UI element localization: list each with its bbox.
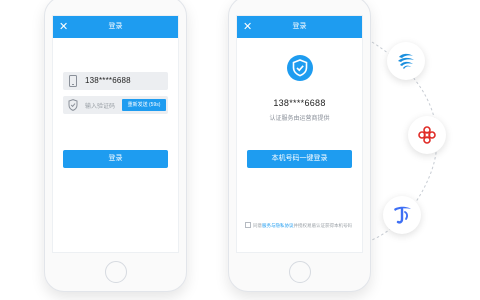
phone-number-value: 138****6688 — [85, 76, 131, 85]
home-button — [288, 261, 311, 283]
china-unicom-icon — [418, 126, 436, 144]
phone-number-field[interactable]: 138****6688 — [63, 72, 168, 90]
shield-logo-icon — [286, 55, 313, 81]
onekey-login-button[interactable]: 本机号码一键登录 — [247, 150, 352, 168]
agreement-suffix: 并授权易盾认证获得本机号码 — [293, 223, 353, 228]
page-title: 登录 — [292, 23, 307, 30]
login-button[interactable]: 登录 — [63, 150, 168, 168]
china-unicom-logo — [408, 116, 446, 154]
agreement-line: 同意服务与隐私协议并授权易盾认证获得本机号码 — [245, 222, 356, 230]
masked-phone-number: 138****6688 — [273, 98, 326, 108]
agreement-prefix: 同意 — [253, 223, 262, 228]
verification-code-field[interactable]: 输入验证码 重新发送 (59s) — [63, 96, 168, 114]
resend-code-button[interactable]: 重新发送 (59s) — [122, 99, 166, 111]
provider-notice: 认证服务由运营商提供 — [269, 116, 330, 122]
agreement-checkbox[interactable] — [245, 222, 251, 228]
phone-screen: ✕ 登录 138****6688 输入验证码 重新发送 (59s) 登录 — [52, 15, 179, 253]
china-telecom-logo — [383, 196, 421, 234]
privacy-policy-link[interactable]: 服务与隐私协议 — [262, 223, 294, 228]
phone-onekey-login: ✕ 登录 138****6688 认证服务由运营商提供 本机号码一键登录 同意服… — [228, 0, 371, 292]
china-telecom-icon — [394, 206, 411, 224]
title-bar: ✕ 登录 — [237, 16, 362, 38]
title-bar: ✕ 登录 — [53, 16, 178, 38]
china-mobile-icon — [398, 53, 414, 69]
phone-screen: ✕ 登录 138****6688 认证服务由运营商提供 本机号码一键登录 同意服… — [236, 15, 363, 253]
page-title: 登录 — [108, 23, 123, 30]
code-placeholder: 输入验证码 — [85, 104, 116, 110]
mobile-phone-icon — [69, 75, 77, 87]
phone-sms-login: ✕ 登录 138****6688 输入验证码 重新发送 (59s) 登录 — [44, 0, 187, 292]
china-mobile-logo — [387, 42, 425, 80]
shield-check-icon — [68, 99, 78, 111]
home-button — [104, 261, 127, 283]
